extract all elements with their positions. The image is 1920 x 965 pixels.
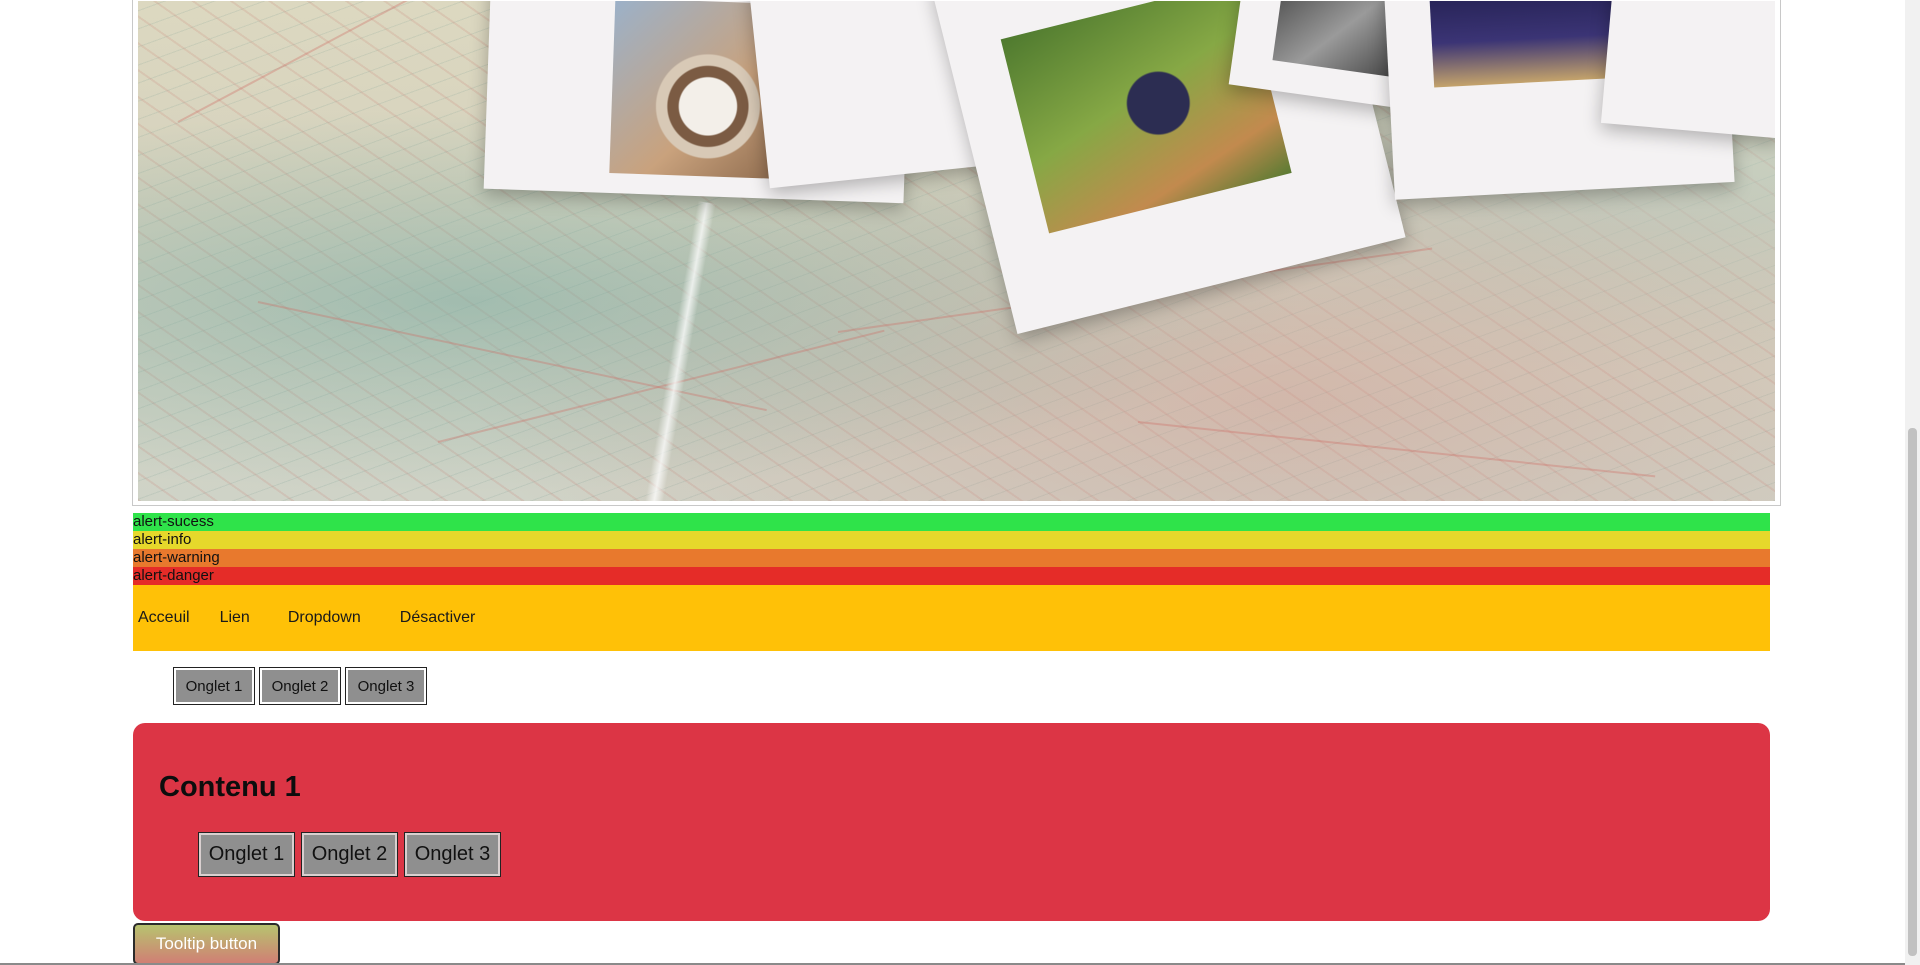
nav-link-acceuil[interactable]: Acceuil: [138, 609, 190, 627]
tab-content-panel: Contenu 1 Onglet 1 Onglet 2 Onglet 3: [133, 723, 1770, 921]
panel-title: Contenu 1: [159, 771, 301, 803]
tab-list: Onglet 1 Onglet 2 Onglet 3: [173, 667, 427, 705]
nav-link-lien[interactable]: Lien: [220, 609, 250, 627]
alert-success: alert-sucess: [133, 513, 1770, 531]
alert-warning: alert-warning: [133, 549, 1770, 567]
map-road: [642, 201, 716, 501]
page-scrollbar-thumb[interactable]: [1908, 428, 1917, 956]
panel-tab-onglet-1[interactable]: Onglet 1: [198, 832, 295, 877]
nav-link-dropdown[interactable]: Dropdown: [288, 609, 361, 627]
hero-image-frame: [132, 0, 1781, 506]
panel-tab-onglet-2[interactable]: Onglet 2: [301, 832, 398, 877]
tab-onglet-2[interactable]: Onglet 2: [259, 667, 341, 705]
alert-danger: alert-danger: [133, 567, 1770, 585]
tooltip-button[interactable]: Tooltip button: [133, 923, 280, 965]
hero-image-map-polaroids: [138, 1, 1775, 501]
nav-link-desactiver[interactable]: Désactiver: [400, 609, 476, 627]
tab-onglet-3[interactable]: Onglet 3: [345, 667, 427, 705]
polaroid-edge: [1600, 1, 1775, 139]
alerts: alert-sucess alert-info alert-warning al…: [133, 513, 1770, 585]
navbar: Acceuil Lien Dropdown Désactiver: [133, 585, 1770, 651]
tab-onglet-1[interactable]: Onglet 1: [173, 667, 255, 705]
panel-tab-onglet-3[interactable]: Onglet 3: [404, 832, 501, 877]
panel-tab-list: Onglet 1 Onglet 2 Onglet 3: [198, 832, 501, 877]
page: alert-sucess alert-info alert-warning al…: [0, 0, 1920, 965]
alert-info: alert-info: [133, 531, 1770, 549]
